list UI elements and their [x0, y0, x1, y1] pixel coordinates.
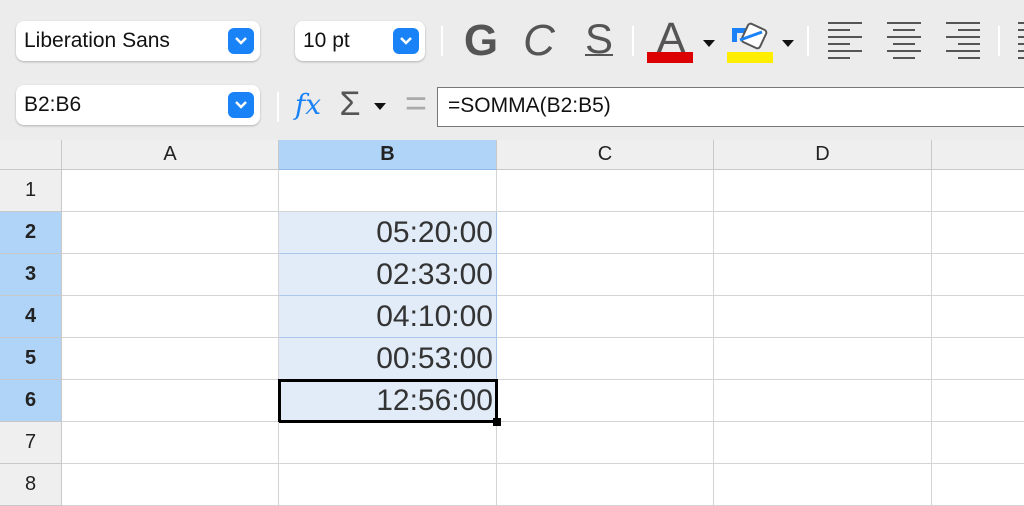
- row-header-6[interactable]: 6: [0, 380, 62, 422]
- column-header-D[interactable]: D: [714, 140, 932, 170]
- italic-icon: C: [523, 16, 555, 65]
- cell-B1[interactable]: [279, 170, 497, 212]
- cell-E5[interactable]: [932, 338, 1024, 380]
- underline-icon: S: [584, 15, 613, 62]
- name-box[interactable]: B2:B6: [16, 85, 260, 125]
- divider: [441, 26, 443, 56]
- name-box-value: B2:B6: [24, 93, 82, 116]
- cell-D1[interactable]: [714, 170, 932, 212]
- highlight-dropdown-arrow[interactable]: [782, 40, 794, 47]
- cell-B6[interactable]: 12:56:00: [278, 379, 498, 423]
- cell-B2[interactable]: 05:20:00: [279, 212, 497, 254]
- sum-dropdown-arrow[interactable]: [374, 103, 386, 110]
- fill-handle[interactable]: [493, 418, 501, 426]
- row-header-4[interactable]: 4: [0, 296, 62, 338]
- align-left-icon[interactable]: [828, 20, 864, 60]
- cell-A7[interactable]: [62, 422, 279, 464]
- cell-B4[interactable]: 04:10:00: [279, 296, 497, 338]
- chevron-down-icon[interactable]: [393, 28, 419, 54]
- formula-input[interactable]: =SOMMA(B2:B5): [437, 87, 1024, 127]
- cell-E2[interactable]: [932, 212, 1024, 254]
- cell-B8[interactable]: [279, 464, 497, 506]
- font-name-value: Liberation Sans: [24, 29, 170, 52]
- sigma-icon: Σ: [339, 84, 361, 123]
- column-header-C[interactable]: C: [497, 140, 714, 170]
- chevron-down-icon[interactable]: [228, 28, 254, 54]
- cell-A4[interactable]: [62, 296, 279, 338]
- cell-C6[interactable]: [497, 380, 714, 422]
- cell-E3[interactable]: [932, 254, 1024, 296]
- divider: [277, 92, 279, 122]
- cell-D7[interactable]: [714, 422, 932, 464]
- cell-D8[interactable]: [714, 464, 932, 506]
- font-name-combo[interactable]: Liberation Sans: [16, 21, 260, 61]
- font-color-dropdown-arrow[interactable]: [703, 40, 715, 47]
- highlight-color-swatch: [727, 52, 773, 63]
- cell-C8[interactable]: [497, 464, 714, 506]
- row-header-8[interactable]: 8: [0, 464, 62, 506]
- cell-C4[interactable]: [497, 296, 714, 338]
- align-center-icon[interactable]: [887, 20, 923, 60]
- divider: [632, 26, 634, 56]
- underline-button[interactable]: S: [578, 14, 620, 64]
- divider: [998, 26, 1000, 56]
- column-header-A[interactable]: A: [62, 140, 279, 170]
- column-header-E[interactable]: [932, 140, 1024, 170]
- cell-D5[interactable]: [714, 338, 932, 380]
- cell-C1[interactable]: [497, 170, 714, 212]
- justify-icon[interactable]: [1018, 20, 1024, 60]
- divider: [807, 26, 809, 56]
- bold-button[interactable]: G: [460, 16, 502, 66]
- chevron-down-icon[interactable]: [228, 92, 254, 118]
- italic-button[interactable]: C: [518, 16, 560, 66]
- cell-C5[interactable]: [497, 338, 714, 380]
- row-header-7[interactable]: 7: [0, 422, 62, 464]
- cell-C3[interactable]: [497, 254, 714, 296]
- select-all-corner[interactable]: [0, 140, 62, 170]
- font-size-combo[interactable]: 10 pt: [295, 21, 425, 61]
- font-size-value: 10 pt: [303, 29, 350, 52]
- cell-E4[interactable]: [932, 296, 1024, 338]
- row-header-2[interactable]: 2: [0, 212, 62, 254]
- cell-A5[interactable]: [62, 338, 279, 380]
- formula-button[interactable]: =: [400, 82, 432, 125]
- cell-E6[interactable]: [932, 380, 1024, 422]
- cell-A1[interactable]: [62, 170, 279, 212]
- cell-D3[interactable]: [714, 254, 932, 296]
- cell-C2[interactable]: [497, 212, 714, 254]
- fx-icon: fx: [294, 87, 322, 121]
- cell-D6[interactable]: [714, 380, 932, 422]
- cell-A2[interactable]: [62, 212, 279, 254]
- cell-C7[interactable]: [497, 422, 714, 464]
- function-wizard-button[interactable]: fx: [290, 84, 326, 124]
- align-right-icon[interactable]: [946, 20, 982, 60]
- cell-A3[interactable]: [62, 254, 279, 296]
- equals-icon: =: [404, 82, 428, 125]
- cell-E8[interactable]: [932, 464, 1024, 506]
- highlight-icon[interactable]: [728, 20, 774, 52]
- cell-D4[interactable]: [714, 296, 932, 338]
- cell-E1[interactable]: [932, 170, 1024, 212]
- cell-B5[interactable]: 00:53:00: [279, 338, 497, 380]
- row-header-3[interactable]: 3: [0, 254, 62, 296]
- cell-D2[interactable]: [714, 212, 932, 254]
- cell-E7[interactable]: [932, 422, 1024, 464]
- cell-A6[interactable]: [62, 380, 279, 422]
- row-header-5[interactable]: 5: [0, 338, 62, 380]
- cell-B7[interactable]: [279, 422, 497, 464]
- sum-button[interactable]: Σ: [334, 84, 366, 124]
- cell-B3[interactable]: 02:33:00: [279, 254, 497, 296]
- spreadsheet-grid[interactable]: A B C D 1 2 05:20:00 3 02:33:00 4 04:10:00 5 00:53:0…: [0, 140, 1024, 506]
- font-color-swatch: [647, 52, 693, 63]
- column-header-B[interactable]: B: [279, 140, 497, 170]
- bold-icon: G: [463, 16, 499, 65]
- cell-A8[interactable]: [62, 464, 279, 506]
- row-header-1[interactable]: 1: [0, 170, 62, 212]
